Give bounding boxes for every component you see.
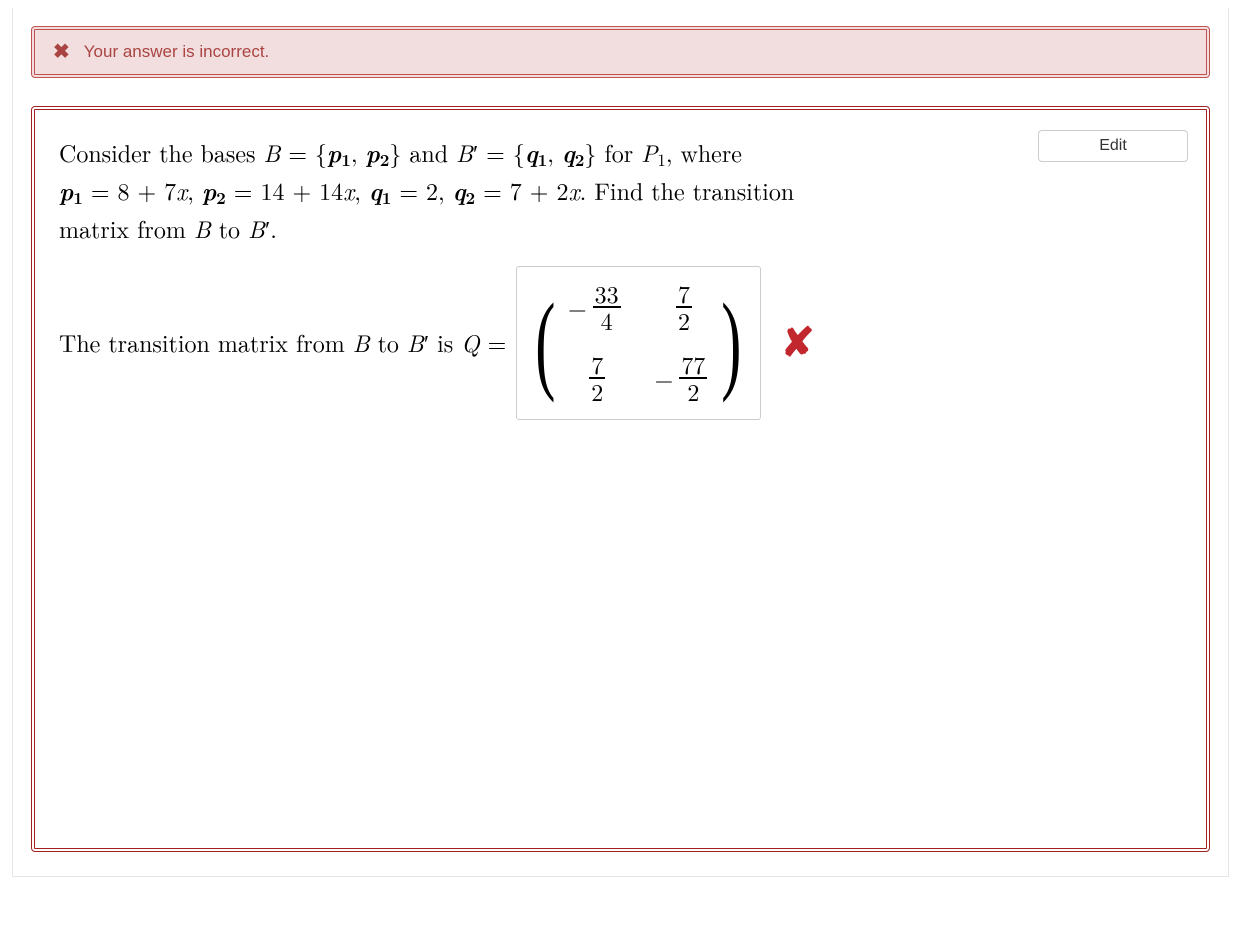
text: . Find the transition	[580, 173, 795, 207]
denominator: 2	[685, 379, 701, 404]
text: Consider the bases	[59, 135, 263, 169]
minus: −	[568, 289, 587, 326]
text: ,	[547, 135, 562, 169]
var-Q: Q	[461, 325, 479, 359]
var-p1: p1	[59, 173, 83, 208]
text: ,	[351, 135, 366, 169]
var-q1: q1	[369, 173, 391, 208]
text: , where	[666, 135, 742, 169]
text: matrix from	[59, 211, 194, 245]
denominator: 4	[599, 308, 615, 333]
var-B: B	[194, 211, 211, 245]
matrix-cell-1-0: 7 2	[568, 352, 623, 404]
question-body-wrap: Consider the bases B = {p1, p2} and B′ =…	[53, 128, 1014, 808]
question-panel: Consider the bases B = {p1, p2} and B′ =…	[31, 106, 1210, 852]
wrong-icon: ✘	[781, 312, 815, 374]
question-line-3: matrix from B to B′.	[59, 210, 1008, 247]
text: The transition matrix from	[59, 325, 353, 359]
text: =	[480, 325, 507, 359]
left-paren: (	[536, 273, 556, 413]
alert-message: Your answer is incorrect.	[84, 42, 270, 62]
var-x: x	[176, 173, 187, 207]
text: } and	[389, 135, 456, 169]
text: ,	[187, 173, 202, 207]
answer-input-box[interactable]: ( − 33 4	[516, 266, 761, 420]
denominator: 2	[589, 379, 605, 404]
var-p2: p2	[366, 135, 390, 170]
fraction: 77 2	[679, 352, 707, 404]
fraction: 7 2	[589, 352, 605, 404]
fraction: 7 2	[676, 281, 692, 333]
text: } for	[584, 135, 641, 169]
var-P1: P1	[641, 135, 666, 169]
incorrect-alert: ✖ Your answer is incorrect.	[31, 26, 1210, 78]
right-paren: )	[722, 273, 742, 413]
text: ,	[354, 173, 369, 207]
var-B: B	[263, 135, 280, 169]
denominator: 2	[676, 308, 692, 333]
page: ✖ Your answer is incorrect. Consider the…	[12, 8, 1229, 877]
text: = 8 + 7	[83, 173, 176, 207]
matrix-cell-0-1: 7 2	[655, 281, 710, 333]
text: = 2,	[391, 173, 452, 207]
var-q1: q1	[525, 135, 547, 170]
var-Bprime: B′	[456, 135, 478, 169]
text: is	[429, 325, 461, 359]
minus: −	[655, 360, 674, 397]
var-q2: q2	[453, 173, 475, 208]
edit-button[interactable]: Edit	[1038, 130, 1188, 162]
matrix-cell-1-1: − 77 2	[655, 352, 710, 404]
var-x: x	[568, 173, 579, 207]
var-B: B	[353, 325, 370, 359]
var-p2: p2	[202, 173, 226, 208]
answer-row: The transition matrix from B to B′ is Q …	[59, 266, 1008, 420]
text: = {	[478, 135, 525, 169]
text: to	[370, 325, 407, 359]
fraction: 33 4	[593, 281, 621, 333]
text: = {	[280, 135, 327, 169]
var-p1: p1	[327, 135, 351, 170]
answer-matrix: ( − 33 4	[527, 273, 750, 413]
text: = 14 + 14	[226, 173, 343, 207]
text: = 7 + 2	[475, 173, 568, 207]
answer-label: The transition matrix from B to B′ is Q …	[59, 324, 506, 361]
text: to	[211, 211, 248, 245]
question-header: Consider the bases B = {p1, p2} and B′ =…	[53, 128, 1188, 808]
var-Bprime: B′	[407, 325, 429, 359]
var-x: x	[343, 173, 354, 207]
var-Bprime: B′	[248, 211, 270, 245]
question-body: Consider the bases B = {p1, p2} and B′ =…	[53, 128, 1014, 808]
question-line-2: p1 = 8 + 7x, p2 = 14 + 14x, q1 = 2, q2 =…	[59, 172, 1008, 210]
text: .	[270, 211, 277, 245]
x-icon: ✖	[53, 42, 70, 62]
question-line-1: Consider the bases B = {p1, p2} and B′ =…	[59, 134, 1008, 172]
matrix-cell-0-0: − 33 4	[568, 281, 623, 333]
var-q2: q2	[562, 135, 584, 170]
matrix-grid: − 33 4	[564, 273, 713, 413]
